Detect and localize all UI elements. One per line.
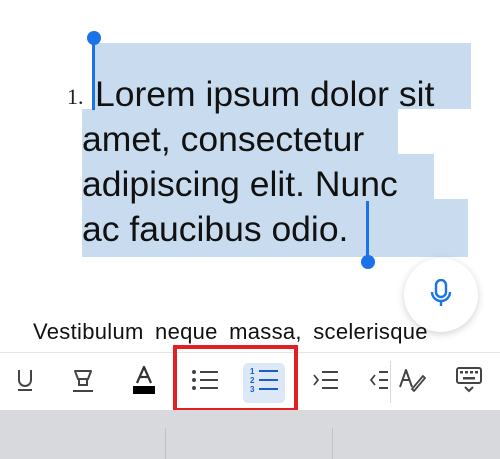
selection-end-handle[interactable] bbox=[361, 255, 375, 269]
microphone-icon bbox=[430, 278, 452, 312]
list-line: Lorem ipsum dolor sit bbox=[95, 74, 435, 114]
selection-end-cursor bbox=[366, 201, 369, 259]
list-line: adipiscing elit. Nunc bbox=[82, 164, 398, 204]
underline-icon bbox=[15, 368, 35, 397]
underline-button[interactable] bbox=[10, 353, 40, 411]
decrease-indent-button[interactable] bbox=[368, 353, 388, 411]
list-line: amet, consectetur bbox=[82, 119, 365, 159]
increase-indent-button[interactable] bbox=[308, 353, 342, 411]
keyboard-key-separator bbox=[165, 428, 166, 459]
list-item-text[interactable]: Lorem ipsum dolor sit amet, consectetur … bbox=[82, 72, 500, 252]
list-line: ac faucibus odio. bbox=[82, 209, 349, 249]
toolbar-divider bbox=[390, 361, 391, 403]
decrease-indent-icon bbox=[368, 369, 388, 396]
draw-icon bbox=[398, 367, 426, 398]
font-color-button[interactable] bbox=[128, 353, 160, 411]
highlight-button[interactable] bbox=[66, 353, 100, 411]
keyboard-area bbox=[0, 410, 500, 459]
annotation-highlight-box bbox=[173, 345, 298, 412]
selection-start-cursor bbox=[92, 42, 95, 110]
font-color-icon bbox=[132, 365, 156, 400]
draw-button[interactable] bbox=[396, 353, 428, 411]
dismiss-keyboard-button[interactable] bbox=[452, 353, 486, 411]
highlighter-icon bbox=[70, 367, 96, 398]
keyboard-key-separator bbox=[332, 428, 333, 459]
keyboard-dismiss-icon bbox=[455, 366, 483, 399]
body-paragraph[interactable]: Vestibulum neque massa, scelerisque bbox=[33, 319, 473, 345]
document-editor[interactable]: 1. Lorem ipsum dolor sit amet, consectet… bbox=[0, 0, 500, 352]
increase-indent-icon bbox=[311, 369, 339, 396]
